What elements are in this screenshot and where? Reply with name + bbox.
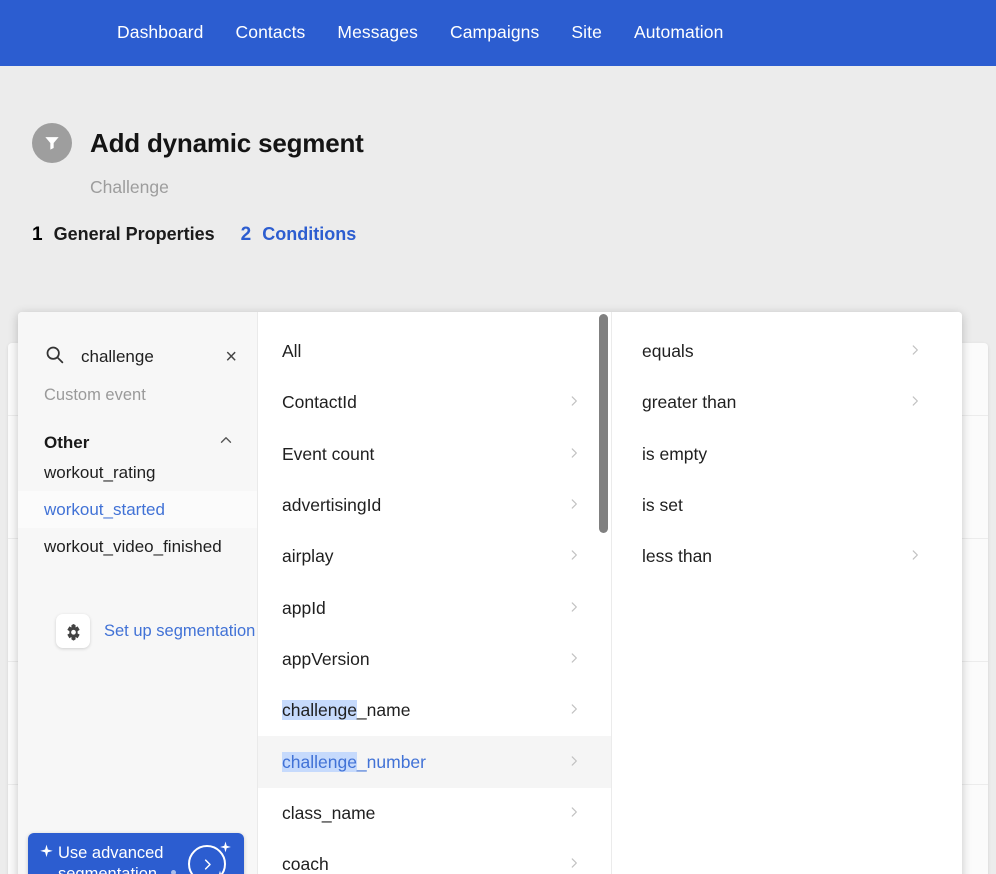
step-2[interactable]: 2 Conditions: [241, 224, 357, 246]
row-label: advertisingId: [282, 495, 382, 516]
attribute-row-advertisingId[interactable]: advertisingId: [258, 480, 611, 531]
chevron-right-icon: [567, 497, 581, 514]
search-row[interactable]: challenge ×: [18, 312, 257, 374]
group-title: Other: [44, 432, 90, 452]
attribute-row-challenge_number[interactable]: challenge_number: [258, 736, 611, 788]
chevron-right-icon: [567, 600, 581, 617]
event-option-list: workout_rating workout_started workout_vid…: [18, 454, 257, 565]
step-1[interactable]: 1 General Properties: [32, 224, 215, 246]
row-label: appVersion: [282, 648, 370, 669]
funnel-icon: [32, 123, 72, 163]
row-label: coach: [282, 854, 329, 874]
operator-row-less-than[interactable]: less than: [612, 531, 962, 582]
row-label: class_name: [282, 802, 376, 823]
attribute-row-appId[interactable]: appId: [258, 582, 611, 633]
attribute-row-ContactId[interactable]: ContactId: [258, 377, 611, 428]
nav-item-automation[interactable]: Automation: [634, 24, 724, 42]
step-number: 2: [240, 224, 252, 245]
operator-label: less than: [642, 546, 713, 567]
attribute-row-class_name[interactable]: class_name: [258, 788, 611, 839]
popup-left-column: challenge × Custom event Other workout_r…: [18, 312, 258, 874]
chevron-right-icon: [567, 702, 581, 719]
step-label: General Properties: [53, 224, 215, 244]
nav-item-dashboard[interactable]: Dashboard: [117, 24, 204, 42]
popup-attribute-column: All ContactId Event count advertisingId airp…: [258, 312, 612, 874]
clear-search-icon[interactable]: ×: [221, 347, 241, 367]
gear-icon: [56, 614, 90, 648]
group-header[interactable]: Other: [18, 405, 257, 454]
page-body: Add dynamic segment Challenge 1 General P…: [0, 66, 996, 874]
step-number: 1: [32, 224, 43, 245]
operator-list: equals greater than is empty is set less tha…: [612, 312, 962, 582]
operator-row-equals[interactable]: equals: [612, 326, 962, 377]
chevron-right-icon: [567, 651, 581, 668]
row-label: Event count: [282, 443, 375, 464]
attribute-row-Event count[interactable]: Event count: [258, 429, 611, 480]
chevron-right-icon: [908, 394, 922, 411]
chevron-right-icon: [908, 343, 922, 360]
operator-label: is set: [642, 495, 683, 516]
attribute-row-challenge_name[interactable]: challenge_name: [258, 685, 611, 736]
chevron-up-icon[interactable]: [217, 431, 235, 454]
step-label: Conditions: [262, 224, 357, 244]
nav-item-campaigns[interactable]: Campaigns: [450, 24, 539, 42]
row-label: challenge_name: [282, 700, 411, 721]
operator-row-greater-than[interactable]: greater than: [612, 377, 962, 428]
row-label: airplay: [282, 546, 334, 567]
operator-label: is empty: [642, 443, 708, 464]
app-root: Dashboard Contacts Messages Campaigns Site Au…: [0, 0, 996, 874]
sparkle-icon: [39, 844, 54, 864]
chevron-right-icon: [567, 805, 581, 822]
attribute-row-airplay[interactable]: airplay: [258, 531, 611, 582]
chevron-right-icon: [567, 394, 581, 411]
set-up-segmentation-label[interactable]: Set up segmentation: [104, 621, 255, 642]
operator-row-is-empty[interactable]: is empty: [612, 429, 962, 480]
operator-label: equals: [642, 341, 694, 362]
decorative-dot: [171, 870, 176, 874]
row-label: All: [282, 341, 302, 362]
operator-row-is-set[interactable]: is set: [612, 480, 962, 531]
operator-label: greater than: [642, 392, 737, 413]
chevron-right-icon: [567, 548, 581, 565]
title-row: Add dynamic segment: [32, 123, 364, 163]
attribute-row-appVersion[interactable]: appVersion: [258, 634, 611, 685]
segment-condition-popup: challenge × Custom event Other workout_r…: [18, 312, 962, 874]
row-label: challenge_number: [282, 751, 426, 772]
chevron-right-icon: [567, 856, 581, 873]
set-up-segmentation-row[interactable]: Set up segmentation: [18, 614, 258, 648]
top-navbar: Dashboard Contacts Messages Campaigns Site Au…: [0, 0, 996, 66]
page-title: Add dynamic segment: [90, 127, 364, 158]
category-label: Custom event: [44, 386, 146, 404]
attribute-list: All ContactId Event count advertisingId airp…: [258, 312, 611, 874]
attribute-row-coach[interactable]: coach: [258, 839, 611, 874]
nav-items: Dashboard Contacts Messages Campaigns Site Au…: [117, 24, 723, 42]
nav-item-contacts[interactable]: Contacts: [236, 24, 306, 42]
chevron-right-icon: [567, 446, 581, 463]
search-input[interactable]: challenge: [81, 347, 205, 367]
row-label: ContactId: [282, 392, 357, 413]
search-icon: [44, 344, 65, 370]
event-option-workout_started[interactable]: workout_started: [18, 491, 257, 528]
event-option-workout_rating[interactable]: workout_rating: [18, 454, 257, 491]
row-label: appId: [282, 597, 326, 618]
nav-item-site[interactable]: Site: [571, 24, 602, 42]
step-nav: 1 General Properties 2 Conditions: [32, 224, 356, 246]
chevron-right-icon: [908, 548, 922, 565]
segment-name: Challenge: [90, 177, 169, 197]
event-option-workout_video_finished[interactable]: workout_video_finished: [18, 528, 257, 565]
use-advanced-segmentation-button[interactable]: Use advanced segmentation: [28, 833, 244, 874]
attribute-row-All[interactable]: All: [258, 326, 611, 377]
nav-item-messages[interactable]: Messages: [337, 24, 418, 42]
use-advanced-segmentation-label: Use advanced segmentation: [58, 843, 164, 874]
popup-operator-column: equals greater than is empty is set less tha…: [612, 312, 962, 874]
chevron-right-icon: [567, 754, 581, 771]
attribute-list-scrollbar[interactable]: [599, 314, 608, 533]
